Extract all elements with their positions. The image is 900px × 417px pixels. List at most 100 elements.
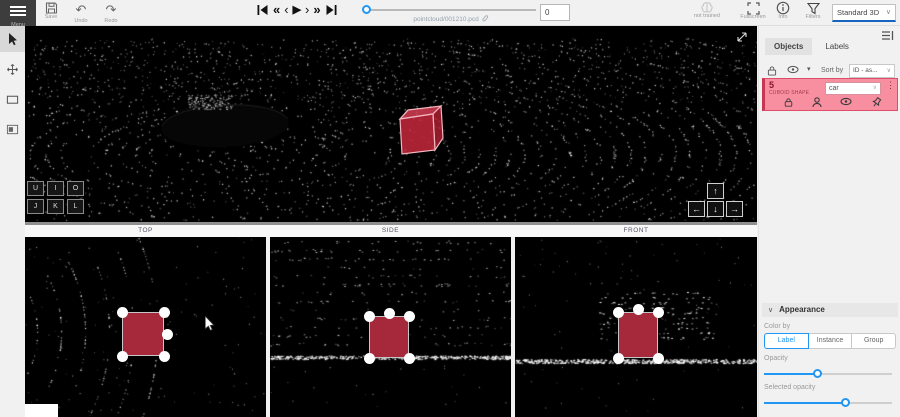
cuboid-annotation-side[interactable] bbox=[369, 316, 409, 358]
top-toolbar: Menu Save ↶ Undo ↷ Redo « ‹ ▶ › bbox=[0, 0, 900, 26]
frame-number-input[interactable] bbox=[540, 4, 570, 21]
hotkey-j-button[interactable]: J bbox=[27, 199, 44, 214]
tab-objects[interactable]: Objects bbox=[765, 38, 812, 55]
left-tool-rail bbox=[0, 26, 25, 417]
hotkey-k-button[interactable]: K bbox=[47, 199, 64, 214]
opacity-slider-handle[interactable] bbox=[813, 369, 822, 378]
resize-handle-ne[interactable] bbox=[159, 307, 170, 318]
prev-frame-button[interactable]: ‹ bbox=[284, 2, 288, 18]
resize-handle-ne[interactable] bbox=[404, 311, 415, 322]
nav-up-button[interactable]: ↑ bbox=[707, 183, 724, 199]
pointcloud-canvas-3d[interactable] bbox=[25, 26, 757, 222]
play-button[interactable]: ▶ bbox=[293, 2, 301, 18]
nav-left-button[interactable]: ← bbox=[688, 201, 705, 217]
nav-right-button[interactable]: → bbox=[726, 201, 743, 217]
save-button[interactable]: Save bbox=[38, 1, 64, 20]
object-menu-button[interactable]: ⋮ bbox=[886, 81, 895, 90]
sort-select[interactable]: ID - as... ∨ bbox=[849, 64, 895, 78]
opacity-slider-fill bbox=[764, 373, 818, 375]
rotate-handle[interactable] bbox=[633, 304, 644, 315]
view-overlay-patch bbox=[25, 404, 58, 417]
nav-down-button[interactable]: ↓ bbox=[707, 201, 724, 217]
lock-icon bbox=[784, 97, 793, 108]
timeline-track bbox=[366, 9, 536, 11]
next-frame-button[interactable]: › bbox=[305, 2, 309, 18]
chevron-down-icon: ∨ bbox=[887, 65, 891, 77]
expand-view-button[interactable] bbox=[735, 30, 749, 44]
skip-last-button[interactable] bbox=[325, 3, 338, 17]
hotkey-o-button[interactable]: O bbox=[67, 181, 84, 196]
menu-button[interactable]: Menu bbox=[0, 0, 36, 26]
move-icon bbox=[6, 63, 19, 76]
info-button[interactable]: Info bbox=[770, 1, 796, 20]
object-row-car[interactable]: 5 CUBOID SHAPE car ∨ ⋮ bbox=[762, 78, 898, 111]
resize-handle-ne[interactable] bbox=[653, 307, 664, 318]
resize-handle-se[interactable] bbox=[404, 353, 415, 364]
menu-label: Menu bbox=[0, 23, 36, 28]
opacity-slider[interactable] bbox=[764, 369, 892, 378]
timeline-handle[interactable] bbox=[362, 5, 371, 14]
resize-handle-nw[interactable] bbox=[364, 311, 375, 322]
visibility-all-button[interactable] bbox=[787, 65, 799, 74]
undo-label: Undo bbox=[68, 18, 94, 24]
view-mode-select[interactable]: Standard 3D ∨ bbox=[832, 4, 896, 22]
side-view-label: SIDE bbox=[270, 227, 511, 234]
object-visibility-button[interactable] bbox=[840, 97, 852, 108]
cuboid-annotation-top[interactable] bbox=[122, 312, 164, 356]
color-by-label-option[interactable]: Label bbox=[764, 333, 809, 349]
lock-all-button[interactable] bbox=[767, 65, 777, 77]
redo-button[interactable]: ↷ Redo bbox=[98, 1, 124, 24]
resize-handle-sw[interactable] bbox=[364, 353, 375, 364]
hotkey-i-button[interactable]: I bbox=[47, 181, 64, 196]
sort-by-label: Sort by bbox=[821, 67, 843, 74]
undo-icon: ↶ bbox=[76, 2, 87, 17]
class-value: car bbox=[829, 85, 839, 92]
hotkey-u-button[interactable]: U bbox=[27, 181, 44, 196]
panel-tabs: Objects Labels bbox=[765, 38, 858, 55]
object-pin-button[interactable] bbox=[871, 97, 882, 108]
rotate-handle[interactable] bbox=[162, 329, 173, 340]
move-tool-button[interactable] bbox=[0, 56, 25, 82]
rotate-handle[interactable] bbox=[384, 308, 395, 319]
front-view-label: FRONT bbox=[515, 227, 757, 234]
class-select[interactable]: car ∨ bbox=[825, 82, 881, 95]
bbox-tool-button[interactable] bbox=[0, 86, 25, 112]
ortho-label-band: TOP SIDE FRONT bbox=[25, 225, 757, 237]
object-lock-button[interactable] bbox=[784, 97, 793, 108]
resize-handle-nw[interactable] bbox=[117, 307, 128, 318]
object-author-button[interactable] bbox=[812, 97, 822, 108]
fast-backward-button[interactable]: « bbox=[273, 2, 280, 18]
filter-chevron-button[interactable]: ▾ bbox=[807, 65, 811, 73]
appearance-header[interactable]: ∨ Appearance bbox=[762, 303, 898, 317]
collapse-chevron-icon: ∨ bbox=[768, 307, 773, 314]
appearance-title: Appearance bbox=[779, 305, 825, 314]
selected-opacity-slider[interactable] bbox=[764, 398, 892, 407]
skip-first-button[interactable] bbox=[256, 3, 269, 17]
fast-forward-button[interactable]: » bbox=[313, 2, 320, 18]
color-by-instance-option[interactable]: Instance bbox=[808, 333, 853, 349]
object-shape-label: CUBOID SHAPE bbox=[769, 90, 809, 96]
tab-labels[interactable]: Labels bbox=[816, 38, 858, 55]
timeline-slider[interactable] bbox=[366, 8, 536, 12]
chevron-down-icon: ∨ bbox=[873, 83, 877, 94]
resize-handle-se[interactable] bbox=[653, 353, 664, 364]
cuboid-annotation-front[interactable] bbox=[618, 312, 658, 358]
undo-button[interactable]: ↶ Undo bbox=[68, 1, 94, 24]
fullscreen-button[interactable]: Fullscreen bbox=[738, 1, 768, 20]
ai-model-button[interactable]: not trained bbox=[690, 1, 724, 19]
resize-handle-sw[interactable] bbox=[613, 353, 624, 364]
filters-button[interactable]: Filters bbox=[800, 1, 826, 20]
resize-handle-sw[interactable] bbox=[117, 351, 128, 362]
front-view bbox=[515, 237, 757, 417]
color-by-group-option[interactable]: Group bbox=[851, 333, 896, 349]
panel-settings-button[interactable] bbox=[881, 30, 894, 41]
objects-toolbar: ▾ Sort by ID - as... ∨ bbox=[765, 64, 895, 79]
redo-icon: ↷ bbox=[106, 2, 117, 17]
selected-opacity-slider-fill bbox=[764, 402, 846, 404]
resize-handle-se[interactable] bbox=[159, 351, 170, 362]
hotkey-l-button[interactable]: L bbox=[67, 199, 84, 214]
resize-handle-nw[interactable] bbox=[613, 307, 624, 318]
select-tool-button[interactable] bbox=[0, 26, 25, 52]
selected-opacity-slider-handle[interactable] bbox=[841, 398, 850, 407]
image-tool-button[interactable] bbox=[0, 116, 25, 142]
